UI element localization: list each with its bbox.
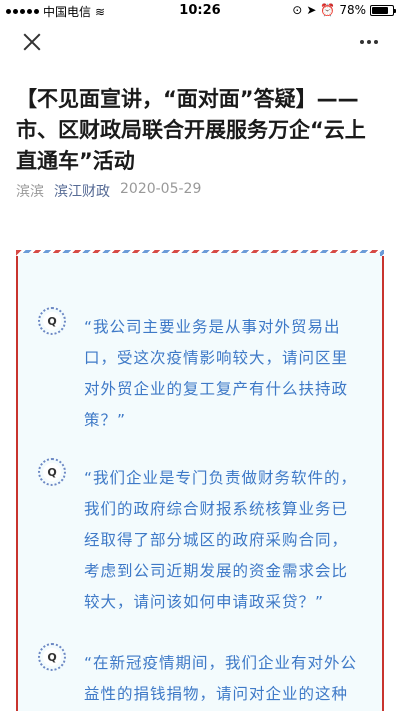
battery-percent: 78%	[339, 3, 366, 17]
author: 滨滨	[16, 184, 44, 200]
question-text: “在新冠疫情期间，我们企业有对外公益性的捐钱捐物，请问对企业的这种捐	[84, 654, 358, 703]
question-icon: Q	[38, 307, 66, 335]
close-icon[interactable]	[18, 28, 46, 56]
more-icon[interactable]	[356, 32, 382, 52]
publish-date: 2020-05-29	[120, 181, 202, 197]
location-icon: ➤	[306, 3, 317, 17]
question-icon-label: Q	[43, 312, 61, 330]
nav-bar	[0, 20, 400, 64]
lock-rotation-icon: ⊙	[292, 3, 303, 17]
question-text: “我们企业是专门负责做财务软件的，我们的政府综合财报系统核算业务已经取得了部分城…	[84, 469, 358, 611]
question-icon: Q	[38, 643, 66, 671]
question-icon-label: Q	[43, 648, 61, 666]
status-bar: 中国电信 ≋ 10:26 ⊙ ➤ ⏰ 78%	[0, 0, 400, 20]
account-link[interactable]: 滨江财政	[54, 181, 110, 201]
question-text: “我公司主要业务是从事对外贸易出口，受这次疫情影响较大，请问区里对外贸企业的复工…	[84, 318, 349, 429]
question-icon: Q	[38, 458, 66, 486]
question-icon-label: Q	[43, 463, 61, 481]
article-title: 【不见面宣讲，“面对面”答疑】——市、区财政局联合开展服务万企“云上直通车”活动	[16, 87, 366, 173]
alarm-icon: ⏰	[320, 3, 336, 17]
status-right: ⊙ ➤ ⏰ 78%	[292, 3, 396, 17]
battery-fill	[372, 6, 388, 14]
article-meta: 滨滨 滨江财政 2020-05-29	[16, 181, 201, 201]
battery-icon	[370, 4, 396, 16]
